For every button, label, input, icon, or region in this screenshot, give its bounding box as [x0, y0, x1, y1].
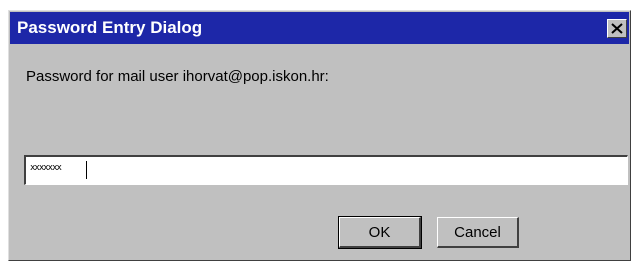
- password-input[interactable]: xxxxxxx: [24, 155, 628, 185]
- ok-button[interactable]: OK: [338, 216, 422, 249]
- password-masked-value: xxxxxxx: [30, 163, 62, 173]
- close-icon: [611, 23, 623, 34]
- dialog-title: Password Entry Dialog: [17, 18, 203, 37]
- cancel-button[interactable]: Cancel: [437, 217, 519, 248]
- password-entry-dialog: Password Entry Dialog Password for mail …: [8, 10, 631, 261]
- password-prompt-label: Password for mail user ihorvat@pop.iskon…: [26, 68, 329, 85]
- text-caret: [86, 161, 87, 179]
- title-bar[interactable]: Password Entry Dialog: [10, 12, 629, 44]
- close-button[interactable]: [607, 19, 627, 38]
